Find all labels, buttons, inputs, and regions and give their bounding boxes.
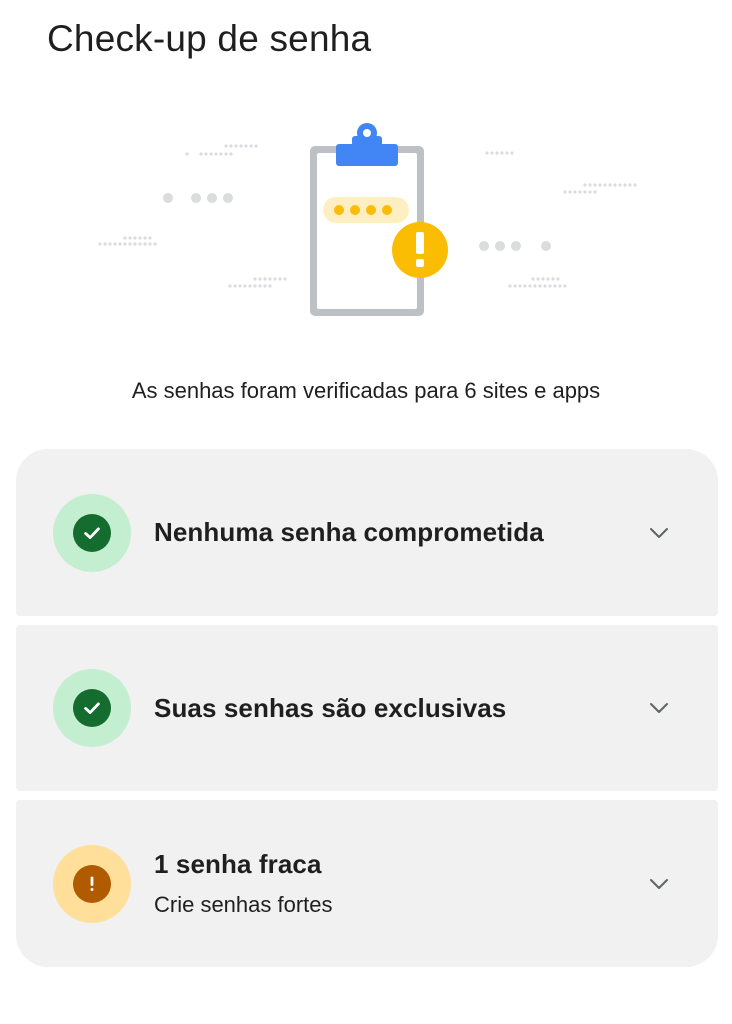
password-checkup-illustration — [98, 123, 637, 316]
chevron-down-icon[interactable] — [648, 526, 670, 540]
card-title: Suas senhas são exclusivas — [154, 692, 507, 723]
check-icon — [84, 702, 100, 714]
status-ok-badge — [53, 669, 131, 747]
check-icon — [84, 527, 100, 539]
clipboard-icon — [310, 123, 424, 316]
status-warning-badge — [53, 844, 131, 923]
chevron-down-icon[interactable] — [648, 701, 670, 715]
page-title: Check-up de senha — [47, 18, 372, 59]
card-subtitle: Crie senhas fortes — [154, 892, 333, 917]
alert-icon — [392, 222, 448, 278]
reused-passwords-card[interactable]: Suas senhas são exclusivas — [16, 625, 718, 791]
card-title: 1 senha fraca — [154, 849, 322, 879]
weak-passwords-card[interactable]: 1 senha fraca Crie senhas fortes — [16, 800, 718, 967]
compromised-passwords-card[interactable]: Nenhuma senha comprometida — [16, 449, 718, 616]
status-ok-badge — [53, 493, 131, 572]
checkup-summary: As senhas foram verificadas para 6 sites… — [131, 378, 601, 403]
exclamation-icon — [90, 876, 94, 891]
checkup-results-list: Nenhuma senha comprometida Suas senhas s… — [16, 449, 718, 967]
chevron-down-icon[interactable] — [648, 877, 670, 891]
card-title: Nenhuma senha comprometida — [154, 517, 544, 547]
